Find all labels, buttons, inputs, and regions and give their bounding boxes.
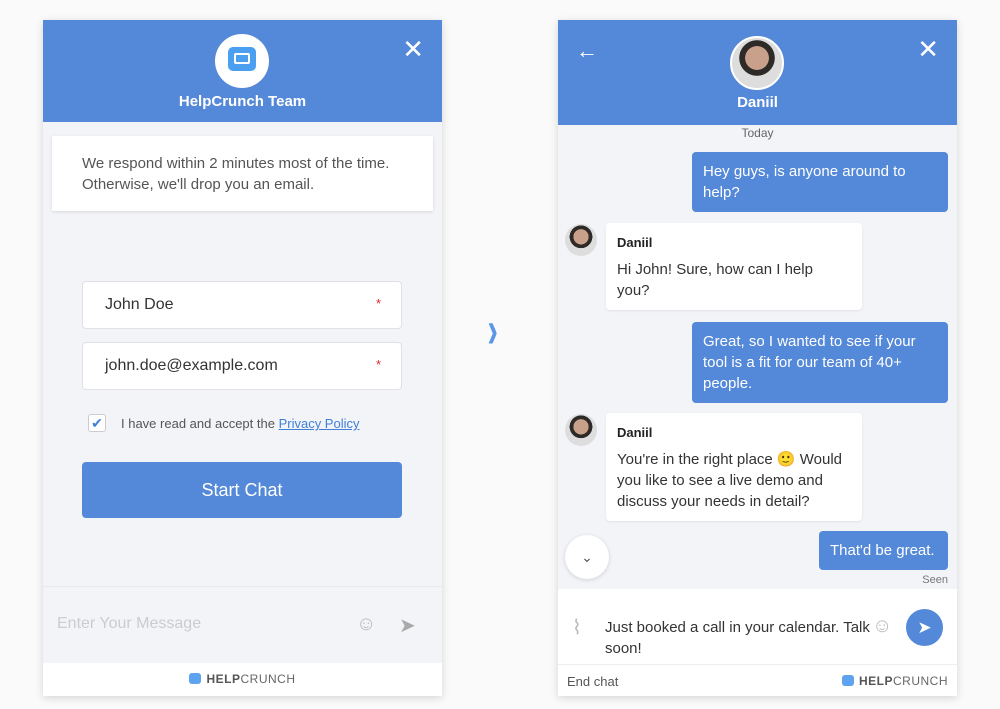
consent-checkbox[interactable]: ✔ xyxy=(88,414,106,432)
start-chat-button[interactable]: Start Chat xyxy=(82,462,402,518)
end-chat-link[interactable]: End chat xyxy=(567,674,618,689)
email-field[interactable]: john.doe@example.com * xyxy=(82,342,402,390)
notice-line: We respond within 2 minutes most of the … xyxy=(82,155,390,172)
privacy-policy-link[interactable]: Privacy Policy xyxy=(279,416,360,431)
message-text: You're in the right place 🙂 Would you li… xyxy=(617,451,843,510)
email-value: john.doe@example.com xyxy=(105,357,278,374)
agent-avatar xyxy=(730,36,784,90)
chat-footer: End chat HELPCRUNCH xyxy=(558,665,957,696)
send-button[interactable]: ➤ xyxy=(906,609,943,646)
user-message: Hey guys, is anyone around to help? xyxy=(692,152,948,212)
required-mark: * xyxy=(375,357,381,372)
required-mark: * xyxy=(375,296,381,311)
helpcrunch-logo-icon xyxy=(841,675,854,686)
message-composer: Enter Your Message ☺ ➤ xyxy=(43,586,442,663)
message-text: Hi John! Sure, how can I help you? xyxy=(617,261,813,299)
sender-name: Daniil xyxy=(617,235,653,250)
brand-rest: CRUNCH xyxy=(893,674,948,688)
close-icon[interactable]: ✕ xyxy=(402,36,424,62)
chat-widget: ← Daniil ✕ Today Hey guys, is anyone aro… xyxy=(558,20,957,696)
chevron-right-icon: › xyxy=(487,301,498,359)
emoji-icon[interactable]: ☺ xyxy=(356,613,376,636)
pre-chat-widget: HelpCrunch Team ✕ We respond within 2 mi… xyxy=(43,20,442,696)
message-input[interactable]: Enter Your Message xyxy=(57,615,201,633)
brand-bold: HELP xyxy=(206,672,241,686)
agent-avatar xyxy=(565,414,597,446)
widget-header: HelpCrunch Team ✕ xyxy=(43,20,442,122)
scroll-down-button[interactable]: ⌄ xyxy=(565,535,609,579)
attachment-icon[interactable]: ⌇ xyxy=(572,615,582,640)
agent-message: Daniil You're in the right place 🙂 Would … xyxy=(606,413,862,521)
name-field[interactable]: John Doe * xyxy=(82,281,402,329)
helpcrunch-branding[interactable]: HELPCRUNCH xyxy=(841,674,948,688)
response-notice: We respond within 2 minutes most of the … xyxy=(52,136,433,211)
consent-text: I have read and accept the xyxy=(121,416,275,431)
helpcrunch-logo-icon xyxy=(189,673,202,684)
chevron-down-icon: ⌄ xyxy=(581,549,593,565)
date-divider: Today xyxy=(741,126,774,140)
message-input[interactable]: Just booked a call in your calendar. Tal… xyxy=(605,617,870,659)
agent-avatar xyxy=(565,224,597,256)
close-icon[interactable]: ✕ xyxy=(917,36,939,62)
user-message: That'd be great. xyxy=(819,531,948,570)
seen-status: Seen xyxy=(922,574,948,586)
helpcrunch-logo-icon xyxy=(215,34,269,88)
agent-message: Daniil Hi John! Sure, how can I help you? xyxy=(606,223,862,310)
brand-rest: CRUNCH xyxy=(240,672,296,686)
user-message: Great, so I wanted to see if your tool i… xyxy=(692,322,948,403)
back-arrow-icon[interactable]: ← xyxy=(576,38,598,64)
message-composer: ⌇ Just booked a call in your calendar. T… xyxy=(558,589,957,665)
notice-line: Otherwise, we'll drop you an email. xyxy=(82,176,315,193)
team-name: HelpCrunch Team xyxy=(178,93,307,110)
helpcrunch-branding[interactable]: HELPCRUNCH xyxy=(43,663,442,696)
brand-bold: HELP xyxy=(858,674,893,688)
send-icon: ➤ xyxy=(917,618,932,637)
send-icon[interactable]: ➤ xyxy=(399,613,416,638)
name-value: John Doe xyxy=(105,296,174,313)
chat-header: ← Daniil ✕ xyxy=(558,20,957,125)
sender-name: Daniil xyxy=(617,425,653,440)
agent-name: Daniil xyxy=(737,94,778,111)
emoji-icon[interactable]: ☺ xyxy=(872,615,892,638)
consent-label: I have read and accept the Privacy Polic… xyxy=(121,416,360,431)
